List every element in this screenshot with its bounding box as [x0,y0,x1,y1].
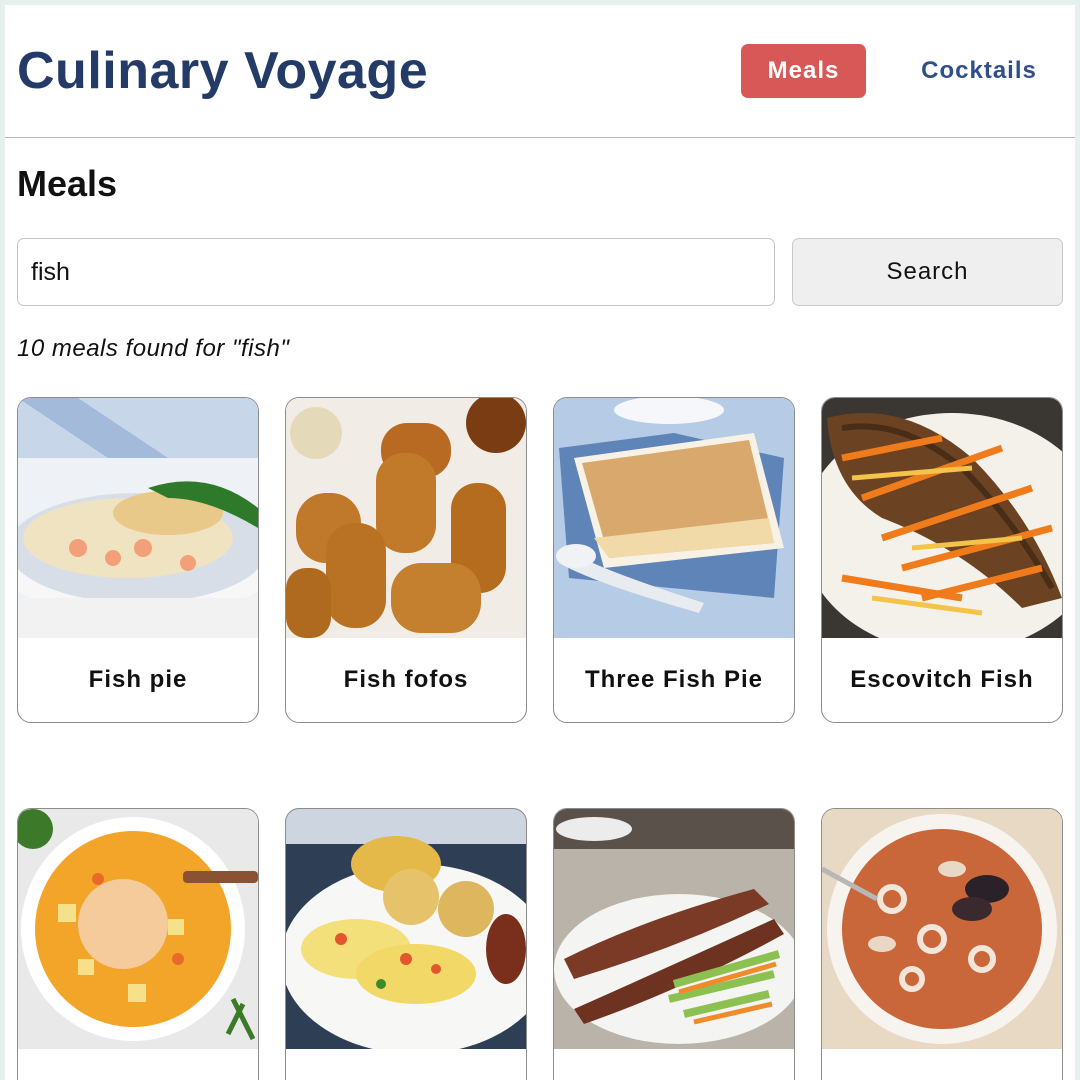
app-window: Culinary Voyage Meals Cocktails Meals Se… [5,5,1075,1080]
fish-pie-photo [18,398,258,638]
meal-card-title: Escovitch Fish [850,666,1034,693]
meal-card[interactable] [17,808,259,1080]
ackee-saltfish-photo [286,809,526,1049]
meal-card[interactable]: Three Fish Pie [553,397,795,723]
meal-card-title: Fish fofos [343,666,469,693]
meal-card[interactable] [553,808,795,1080]
nav-meals-button[interactable]: Meals [741,44,866,98]
search-button[interactable]: Search [792,238,1063,306]
meal-card[interactable]: Escovitch Fish [821,397,1063,723]
search-input[interactable] [17,238,775,306]
meal-card[interactable]: Fish fofos [285,397,527,723]
meal-card-title: Three Fish Pie [584,666,764,693]
escovitch-fish-photo [822,398,1062,638]
top-header: Culinary Voyage Meals Cocktails [5,5,1075,138]
meal-card[interactable] [285,808,527,1080]
fish-fofos-photo [286,398,526,638]
result-count: 10 meals found for "fish" [17,335,290,362]
meal-card[interactable] [821,808,1063,1080]
nav-cocktails-link[interactable]: Cocktails [901,44,1057,98]
meal-card[interactable]: Fish pie [17,397,259,723]
grilled-fish-photo [554,809,794,1049]
fish-soup-photo [18,809,258,1049]
app-title: Culinary Voyage [17,42,429,100]
meal-card-title: Fish pie [88,666,188,693]
page-title: Meals [17,163,118,204]
three-fish-pie-photo [554,398,794,638]
seafood-stew-photo [822,809,1062,1049]
